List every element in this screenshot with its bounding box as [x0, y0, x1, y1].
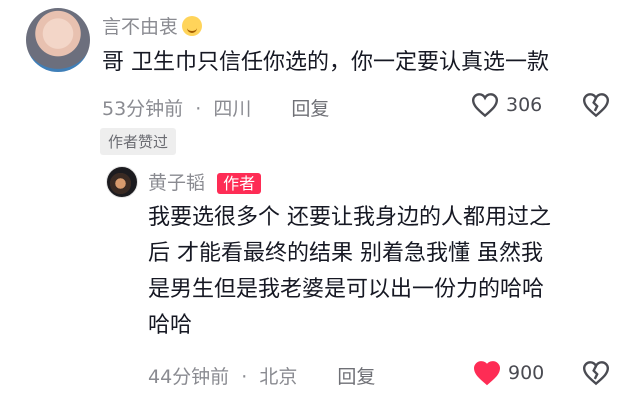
reply-line: 哈哈	[148, 313, 193, 338]
reply-location: 北京	[259, 366, 298, 388]
meta-separator: ·	[195, 98, 202, 120]
dislike-button[interactable]	[581, 92, 611, 118]
reply-username-row: 黄子韬 作者	[148, 168, 262, 195]
comment-username-text[interactable]: 言不由衷	[102, 16, 178, 38]
reply-meta: 44分钟前 · 北京 回复	[148, 362, 375, 389]
comment-text: 哥 卫生巾只信任你选的，你一定要认真选一款	[102, 50, 549, 75]
reply-line: 后 才能看最终的结果 别着急我懂 虽然我	[148, 241, 543, 266]
reply-line: 是男生但是我老婆是可以出一份力的哈哈	[148, 277, 545, 302]
like-button[interactable]: 306	[470, 92, 542, 118]
comment-time: 53分钟前	[102, 98, 184, 120]
comment-location: 四川	[213, 98, 252, 120]
reply-avatar[interactable]	[106, 166, 138, 198]
author-badge: 作者	[217, 173, 262, 194]
reply-time: 44分钟前	[148, 366, 230, 388]
reply-reply-button[interactable]: 回复	[337, 366, 375, 388]
reply-text: 我要选很多个 还要让我身边的人都用过之 后 才能看最终的结果 别着急我懂 虽然我…	[148, 200, 551, 344]
comment-username[interactable]: 言不由衷	[102, 12, 203, 39]
meta-separator: ·	[241, 366, 248, 388]
reply-dislike-button[interactable]	[581, 360, 611, 386]
reply-username[interactable]: 黄子韬	[148, 172, 205, 194]
broken-heart-icon	[582, 93, 610, 118]
reply-like-count: 900	[508, 362, 545, 384]
author-liked-tag: 作者赞过	[100, 128, 177, 155]
reply-like-button[interactable]: 900	[472, 360, 544, 386]
heart-icon	[471, 93, 499, 118]
avatar[interactable]	[26, 8, 90, 72]
comment-meta: 53分钟前 · 四川 回复	[102, 94, 329, 121]
reply-line: 我要选很多个 还要让我身边的人都用过之	[148, 205, 551, 230]
like-count: 306	[506, 94, 543, 116]
reply-button[interactable]: 回复	[291, 98, 329, 120]
grin-emoji-icon	[182, 15, 203, 36]
broken-heart-icon	[582, 361, 610, 386]
heart-filled-icon	[473, 361, 501, 386]
